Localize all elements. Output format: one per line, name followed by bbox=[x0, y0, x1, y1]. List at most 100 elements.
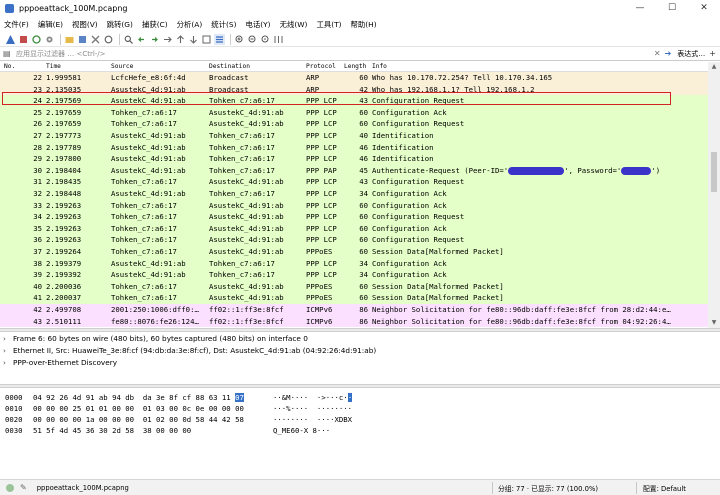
selected-ascii[interactable]: · bbox=[347, 393, 353, 402]
colorize-icon[interactable] bbox=[214, 33, 225, 45]
save-file-icon[interactable] bbox=[77, 34, 88, 45]
menu-item[interactable]: 编辑(E) bbox=[38, 19, 63, 30]
go-to-packet-icon[interactable] bbox=[162, 34, 173, 45]
minimize-button[interactable]: — bbox=[624, 0, 656, 17]
last-packet-icon[interactable] bbox=[188, 34, 199, 45]
packet-row[interactable]: 38 2.199379 AsustekC_4d:91:ab Tohken_c7:a6:… bbox=[0, 257, 708, 270]
detail-row-frame[interactable]: › Frame 6: 60 bytes on wire (480 bits), 6… bbox=[3, 333, 308, 345]
expand-arrow-icon[interactable]: › bbox=[3, 357, 13, 369]
auto-scroll-icon[interactable] bbox=[201, 34, 212, 45]
stop-capture-icon[interactable] bbox=[18, 34, 29, 45]
packet-row[interactable]: 22 1.999581 LcfcHefe_e8:6f:4d Broadcast ARP 6… bbox=[0, 72, 708, 84]
go-forward-icon[interactable] bbox=[149, 34, 160, 45]
packet-row[interactable]: 30 2.198404 AsustekC_4d:91:ab Tohken_c7:a6:… bbox=[0, 164, 708, 177]
packet-row[interactable]: 34 2.199263 Tohken_c7:a6:17 AsustekC_4d:91:… bbox=[0, 211, 708, 223]
menu-item[interactable]: 帮助(H) bbox=[351, 19, 377, 30]
packet-destination: Broadcast bbox=[209, 73, 249, 82]
selected-byte[interactable]: 07 bbox=[235, 393, 244, 402]
resize-columns-icon[interactable] bbox=[273, 34, 284, 45]
packet-row[interactable]: 41 2.200037 Tohken_c7:a6:17 AsustekC_4d:91:… bbox=[0, 292, 708, 304]
column-header-time[interactable]: Time bbox=[46, 63, 61, 70]
scroll-down-icon[interactable]: ▼ bbox=[708, 318, 720, 328]
start-capture-icon[interactable] bbox=[5, 34, 16, 45]
restart-capture-icon[interactable] bbox=[31, 34, 42, 45]
display-filter-input[interactable]: 应用显示过滤器 … <Ctrl-/> bbox=[13, 48, 654, 60]
scroll-up-icon[interactable]: ▲ bbox=[708, 62, 720, 72]
packet-row[interactable]: 23 2.135035 AsustekC_4d:91:ab Broadcast ARP 4… bbox=[0, 83, 708, 96]
maximize-button[interactable]: ☐ bbox=[656, 0, 688, 17]
reload-icon[interactable] bbox=[103, 34, 114, 45]
packet-row[interactable]: 37 2.199264 Tohken_c7:a6:17 AsustekC_4d:91:… bbox=[0, 246, 708, 258]
packet-info: Session Data[Malformed Packet] bbox=[372, 247, 504, 256]
packet-row[interactable]: 27 2.197773 AsustekC_4d:91:ab Tohken_c7:a6:… bbox=[0, 130, 708, 142]
find-packet-icon[interactable] bbox=[123, 34, 134, 45]
packet-destination: Tohken_c7:a6:17 bbox=[209, 270, 275, 280]
packet-row[interactable]: 36 2.199263 Tohken_c7:a6:17 AsustekC_4d:91:… bbox=[0, 234, 708, 246]
capture-status-icon[interactable] bbox=[6, 483, 14, 492]
bytes-row[interactable]: 0000 04 92 26 4d 91 ab 94 db da 3e 8f cf … bbox=[5, 392, 705, 403]
column-header-protocol[interactable]: Protocol bbox=[306, 63, 336, 70]
filter-bookmark-icon[interactable]: ▤ bbox=[3, 49, 13, 59]
packet-row[interactable]: 35 2.199263 Tohken_c7:a6:17 AsustekC_4d:91:… bbox=[0, 222, 708, 235]
column-header-length[interactable]: Length bbox=[344, 63, 366, 70]
add-filter-button[interactable]: + bbox=[709, 49, 716, 58]
packet-row[interactable]: 32 2.198448 AsustekC_4d:91:ab Tohken_c7:a6:… bbox=[0, 188, 708, 200]
zoom-out-icon[interactable] bbox=[247, 34, 258, 45]
packet-time: 2.197789 bbox=[46, 142, 82, 152]
packet-info: Session Data[Malformed Packet] bbox=[372, 281, 504, 291]
apply-filter-icon[interactable]: ➔ bbox=[665, 49, 672, 58]
packet-list-scrollbar[interactable]: ▲ ▼ bbox=[708, 62, 720, 328]
edit-comment-icon[interactable]: ✎ bbox=[20, 483, 27, 492]
scrollbar-thumb[interactable] bbox=[711, 152, 717, 192]
column-header-info[interactable]: Info bbox=[372, 63, 387, 70]
go-back-icon[interactable] bbox=[136, 34, 147, 45]
status-profile[interactable]: 配置: Default bbox=[643, 483, 686, 493]
menu-item[interactable]: 跳转(G) bbox=[107, 19, 133, 30]
close-button[interactable]: ✕ bbox=[688, 0, 720, 17]
packet-row[interactable]: 29 2.197800 AsustekC_4d:91:ab Tohken_c7:a6:… bbox=[0, 153, 708, 165]
packet-row[interactable]: 26 2.197659 Tohken_c7:a6:17 AsustekC_4d:91:… bbox=[0, 118, 708, 130]
expand-arrow-icon[interactable]: › bbox=[3, 345, 13, 357]
bytes-ascii: ··&M···· ·>···c·· bbox=[273, 392, 353, 403]
column-header-no[interactable]: No. bbox=[4, 63, 15, 70]
zoom-reset-icon[interactable] bbox=[260, 34, 271, 45]
menu-item[interactable]: 统计(S) bbox=[211, 19, 236, 30]
packet-row[interactable]: 33 2.199263 Tohken_c7:a6:17 AsustekC_4d:91:… bbox=[0, 199, 708, 212]
packet-row[interactable]: 24 2.197569 AsustekC_4d:91:ab Tohken_c7:a6:… bbox=[0, 95, 708, 107]
column-header-destination[interactable]: Destination bbox=[209, 63, 250, 70]
clear-filter-icon[interactable]: ✕ bbox=[654, 49, 661, 58]
bytes-row[interactable]: 0030 51 5f 4d 45 36 30 2d 58 38 00 00 00 Q… bbox=[5, 425, 705, 436]
first-packet-icon[interactable] bbox=[175, 34, 186, 45]
menu-item[interactable]: 视图(V) bbox=[72, 19, 98, 30]
packet-row[interactable]: 28 2.197789 AsustekC_4d:91:ab Tohken_c7:a6:… bbox=[0, 141, 708, 154]
close-file-icon[interactable] bbox=[90, 34, 101, 45]
zoom-in-icon[interactable] bbox=[234, 34, 245, 45]
packet-no: 27 bbox=[33, 131, 42, 140]
detail-row-pppoed[interactable]: › PPP-over-Ethernet Discovery bbox=[3, 357, 117, 369]
packet-row[interactable]: 25 2.197659 Tohken_c7:a6:17 AsustekC_4d:91:… bbox=[0, 106, 708, 119]
menu-item[interactable]: 工具(T) bbox=[316, 19, 341, 30]
menu-item[interactable]: 分析(A) bbox=[177, 19, 203, 30]
menu-item[interactable]: 无线(W) bbox=[280, 19, 308, 30]
capture-options-icon[interactable] bbox=[44, 34, 55, 45]
bytes-row[interactable]: 0010 00 00 00 25 01 01 00 00 01 03 00 0c … bbox=[5, 403, 705, 414]
packet-row[interactable]: 31 2.198435 Tohken_c7:a6:17 AsustekC_4d:91:… bbox=[0, 176, 708, 188]
packet-source: AsustekC_4d:91:ab bbox=[111, 96, 186, 106]
packet-row[interactable]: 40 2.200036 Tohken_c7:a6:17 AsustekC_4d:91:… bbox=[0, 280, 708, 293]
expand-arrow-icon[interactable]: › bbox=[3, 333, 13, 345]
packet-row[interactable]: 43 2.510111 fe80::8076:fe26:124… ff02::1:ff… bbox=[0, 315, 708, 328]
menu-item[interactable]: 电话(Y) bbox=[246, 19, 271, 30]
packet-info: Configuration Request bbox=[372, 235, 465, 245]
menu-item[interactable]: 文件(F) bbox=[4, 19, 29, 30]
column-header-source[interactable]: Source bbox=[111, 63, 133, 70]
bytes-row[interactable]: 0020 00 00 00 00 1a 00 00 00 01 02 00 0d … bbox=[5, 414, 705, 425]
expression-button[interactable]: 表达式… bbox=[677, 49, 705, 59]
toolbar-separator bbox=[230, 33, 231, 45]
packet-time: 2.198404 bbox=[46, 165, 82, 175]
menu-item[interactable]: 捕获(C) bbox=[142, 19, 168, 30]
open-file-icon[interactable] bbox=[64, 34, 75, 45]
packet-source: 2001:250:1006:dff0:… bbox=[111, 305, 199, 314]
detail-row-ethernet[interactable]: › Ethernet II, Src: HuaweiTe_3e:8f:cf (94… bbox=[3, 345, 376, 357]
packet-row[interactable]: 39 2.199392 AsustekC_4d:91:ab Tohken_c7:a6:… bbox=[0, 269, 708, 281]
packet-row[interactable]: 42 2.499708 2001:250:1006:dff0:… ff02::1:ff… bbox=[0, 304, 708, 316]
